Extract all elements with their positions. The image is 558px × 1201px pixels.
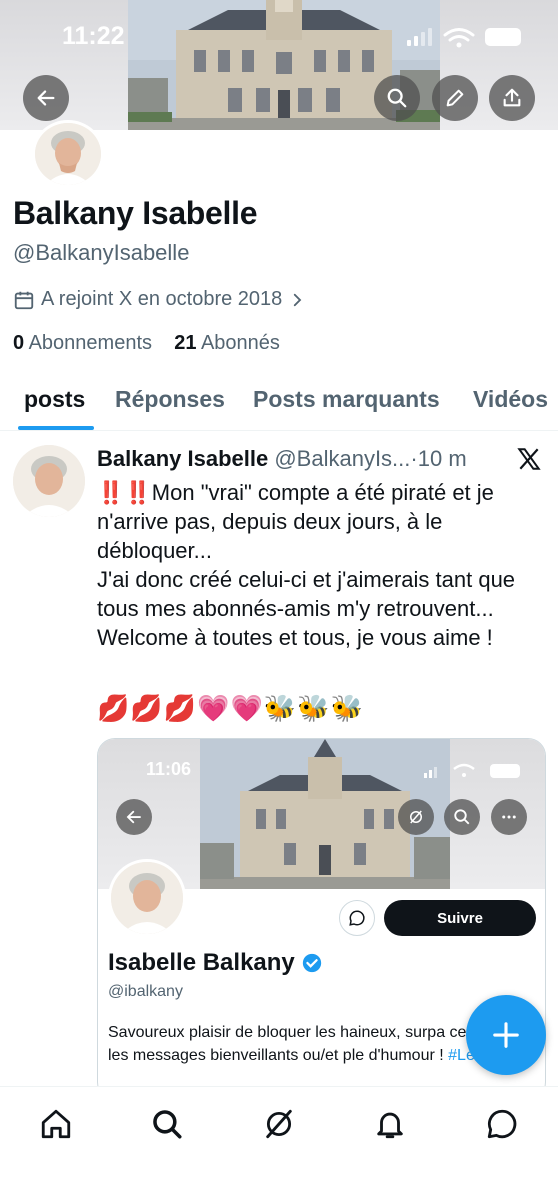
post-dot: · xyxy=(410,446,418,471)
search-icon[interactable] xyxy=(150,1107,184,1141)
chevron-right-icon xyxy=(294,293,302,306)
post-author-avatar[interactable] xyxy=(13,445,85,517)
edit-pencil-icon xyxy=(446,89,464,107)
embed-name-row: Isabelle Balkany xyxy=(108,949,323,977)
more-icon xyxy=(502,815,516,819)
followers-label: Abonnés xyxy=(200,332,280,354)
tab-highlights[interactable]: Posts marquants xyxy=(253,386,440,413)
tab-replies[interactable]: Réponses xyxy=(115,386,225,413)
post-line: Welcome à toutes et tous, je vous aime ! xyxy=(97,625,493,650)
back-arrow-icon xyxy=(126,810,141,824)
follow-stats: 0 Abonnements 21 Abonnés xyxy=(13,332,280,355)
profile-handle: @BalkanyIsabelle xyxy=(13,240,190,265)
post-emojis: 💋💋💋💗💗🐝🐝🐝 xyxy=(97,693,364,723)
post-time[interactable]: 10 m xyxy=(418,446,467,471)
verified-badge-icon xyxy=(302,953,321,973)
back-button[interactable] xyxy=(23,75,69,121)
bell-icon[interactable] xyxy=(373,1107,407,1141)
post-author-name[interactable]: Balkany Isabelle xyxy=(97,446,268,471)
bottom-nav xyxy=(0,1086,558,1201)
embed-more-button xyxy=(491,799,527,835)
tab-videos[interactable]: Vidéos xyxy=(473,386,548,413)
embed-back-button xyxy=(116,799,152,835)
profile-tabs: posts Réponses Posts marquants Vidéos xyxy=(0,380,558,431)
grok-icon[interactable] xyxy=(262,1107,296,1141)
following-count: 0 xyxy=(13,332,25,354)
followers-link[interactable]: 21 Abonnés xyxy=(174,332,280,354)
post-header: Balkany Isabelle @BalkanyIs...·10 m xyxy=(97,446,467,472)
embed-grok-button xyxy=(398,799,434,835)
x-logo xyxy=(516,446,542,477)
post-line: ‼️‼️Mon "vrai" compte a été piraté et je… xyxy=(97,480,494,563)
share-icon xyxy=(503,88,521,107)
embed-handle: @ibalkany xyxy=(108,983,183,1000)
compose-post-button[interactable] xyxy=(466,995,546,1075)
embed-status-icons xyxy=(424,761,534,786)
profile-avatar[interactable] xyxy=(32,120,104,188)
message-bubble-icon xyxy=(349,910,365,926)
post-author-handle[interactable]: @BalkanyIs... xyxy=(274,446,410,471)
search-icon xyxy=(387,88,407,108)
joined-date[interactable]: A rejoint X en octobre 2018 xyxy=(13,288,306,311)
x-logo-icon xyxy=(517,448,541,470)
wifi-icon xyxy=(443,28,475,42)
active-tab-indicator xyxy=(18,426,94,430)
back-arrow-icon xyxy=(37,90,55,106)
post-line: J'ai donc créé celui-ci et j'aimerais ta… xyxy=(97,567,516,621)
post-text: ‼️‼️Mon "vrai" compte a été piraté et je… xyxy=(97,478,547,652)
share-button[interactable] xyxy=(489,75,535,121)
edit-button[interactable] xyxy=(432,75,478,121)
status-icons xyxy=(405,24,525,50)
following-link[interactable]: 0 Abonnements xyxy=(13,332,152,354)
embed-follow-button: Suivre xyxy=(384,900,536,936)
search-button[interactable] xyxy=(374,75,420,121)
followers-count: 21 xyxy=(174,332,197,354)
plus-icon xyxy=(493,1022,519,1048)
embed-message-button xyxy=(339,900,375,936)
home-icon[interactable] xyxy=(39,1107,73,1141)
grok-icon xyxy=(410,810,422,824)
signal-icon xyxy=(407,28,432,46)
following-label: Abonnements xyxy=(28,332,152,354)
messages-icon[interactable] xyxy=(485,1107,519,1141)
embed-avatar xyxy=(108,859,186,937)
search-icon xyxy=(454,809,470,825)
embed-status-time: 11:06 xyxy=(146,759,192,779)
calendar-icon xyxy=(14,291,34,309)
profile-display-name: Balkany Isabelle xyxy=(13,195,258,231)
joined-text: A rejoint X en octobre 2018 xyxy=(41,288,283,310)
embed-display-name: Isabelle Balkany xyxy=(108,949,295,976)
tab-posts[interactable]: posts xyxy=(24,386,85,413)
status-time: 11:22 xyxy=(62,22,125,50)
embed-search-button xyxy=(444,799,480,835)
